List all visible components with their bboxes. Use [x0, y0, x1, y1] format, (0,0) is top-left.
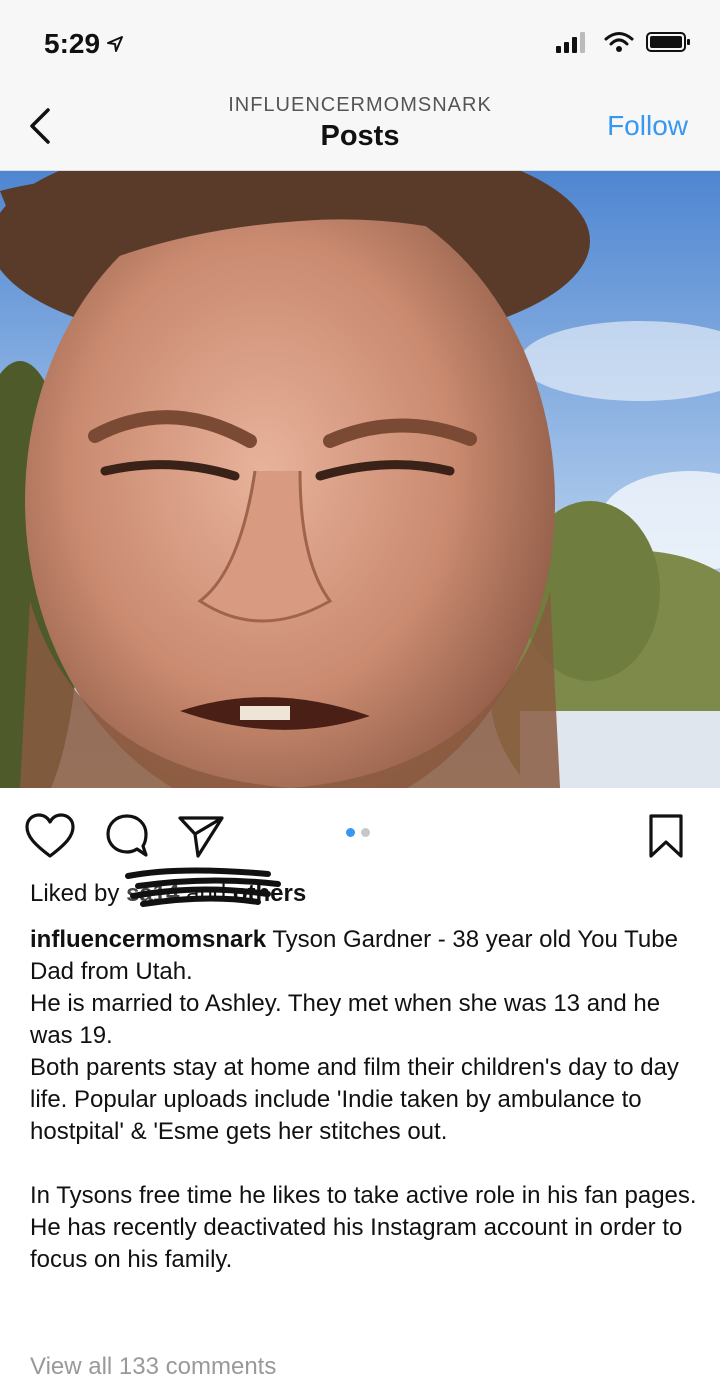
- share-icon[interactable]: [176, 812, 226, 860]
- signal-icon: [556, 32, 585, 53]
- view-comments-link[interactable]: View all 133 comments: [30, 1353, 276, 1381]
- caption-text-4: In Tysons free time he likes to take act…: [30, 1182, 697, 1209]
- location-arrow-icon: [107, 36, 124, 52]
- carousel-dot-active: [346, 828, 355, 837]
- photo-of-man-close-up: [0, 171, 720, 788]
- post-actions: [0, 800, 720, 870]
- follow-button[interactable]: Follow: [607, 110, 688, 142]
- caption-line-1: influencermomsnark Tyson Gardner - 38 ye…: [30, 924, 700, 988]
- status-time: 5:29: [44, 28, 124, 60]
- caption-text-3: Both parents stay at home and film their…: [30, 1054, 679, 1145]
- caption-text-2: He is married to Ashley. They met when s…: [30, 990, 661, 1049]
- carousel-indicator: [346, 828, 370, 837]
- battery-icon: [646, 32, 690, 52]
- status-bar: 5:29: [0, 0, 720, 90]
- carousel-dot: [361, 828, 370, 837]
- navigation-bar: INFLUENCERMOMSNARK Posts Follow: [0, 90, 720, 171]
- caption-username[interactable]: influencermomsnark: [30, 926, 266, 953]
- wifi-icon: [604, 32, 634, 52]
- liked-prefix: Liked by: [30, 880, 120, 907]
- caption-text-5: He has recently deactivated his Instagra…: [30, 1214, 683, 1273]
- scribble-redaction-icon: [125, 867, 282, 907]
- post-caption: influencermomsnark Tyson Gardner - 38 ye…: [30, 924, 700, 1276]
- liked-by: Liked by sa14 and others: [30, 867, 306, 908]
- heart-icon[interactable]: [24, 812, 76, 860]
- post-image[interactable]: [0, 171, 720, 788]
- bookmark-icon[interactable]: [646, 812, 686, 860]
- comment-icon[interactable]: [104, 812, 150, 860]
- status-icons: [556, 31, 692, 53]
- liked-username[interactable]: sa14: [125, 867, 282, 908]
- time-text: 5:29: [44, 28, 101, 59]
